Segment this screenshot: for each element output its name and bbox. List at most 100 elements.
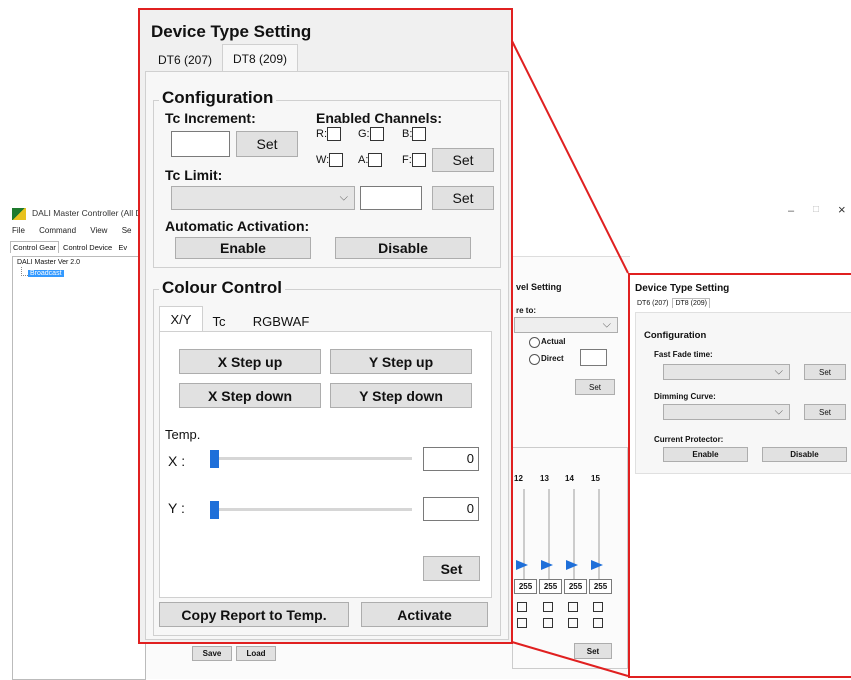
tab-dt6[interactable]: DT6 (207) bbox=[149, 48, 221, 72]
channel-value-12[interactable]: 255 bbox=[514, 579, 537, 594]
right-tab-dt6[interactable]: DT6 (207) bbox=[635, 299, 671, 308]
dimming-curve-select[interactable]: ⌵ bbox=[663, 404, 790, 420]
x-value-input[interactable]: 0 bbox=[423, 447, 479, 471]
tc-limit-select[interactable]: ⌵ bbox=[171, 186, 355, 210]
channel-checkbox[interactable] bbox=[568, 602, 578, 612]
tree-root[interactable]: DALI Master Ver 2.0 bbox=[17, 259, 80, 266]
x-step-up-button[interactable]: X Step up bbox=[179, 349, 321, 374]
fast-fade-select[interactable]: ⌵ bbox=[663, 364, 790, 380]
y-step-up-button[interactable]: Y Step up bbox=[330, 349, 472, 374]
channel-checkbox[interactable] bbox=[543, 618, 553, 628]
direct-radio[interactable] bbox=[529, 354, 540, 365]
channel-f[interactable]: F: bbox=[402, 153, 426, 167]
channel-value-15[interactable]: 255 bbox=[589, 579, 612, 594]
device-tree: DALI Master Ver 2.0 Broadcast bbox=[12, 256, 146, 680]
channel-f-checkbox[interactable] bbox=[411, 153, 426, 167]
channel-a-checkbox[interactable] bbox=[368, 153, 383, 167]
menu-view[interactable]: View bbox=[90, 226, 107, 235]
channel-b-checkbox[interactable] bbox=[412, 127, 427, 141]
tc-limit-label: Tc Limit: bbox=[165, 167, 223, 183]
menu-setting[interactable]: Se bbox=[122, 226, 132, 235]
channel-slider-thumb[interactable] bbox=[541, 560, 553, 570]
tab-control-gear[interactable]: Control Gear bbox=[10, 241, 59, 253]
channel-slider-thumb[interactable] bbox=[591, 560, 603, 570]
x-slider-thumb[interactable] bbox=[210, 450, 219, 468]
activate-button[interactable]: Activate bbox=[361, 602, 488, 627]
current-protector-label: Current Protector: bbox=[654, 435, 724, 444]
zoom-panel: Device Type Setting DT6 (207) DT8 (209) … bbox=[138, 8, 513, 644]
right-panel-title: Device Type Setting bbox=[635, 283, 730, 294]
menu-command[interactable]: Command bbox=[39, 226, 76, 235]
channel-checkbox[interactable] bbox=[593, 602, 603, 612]
right-zoom-panel: Device Type Setting DT6 (207) DT8 (209) … bbox=[628, 273, 851, 678]
channel-b[interactable]: B: bbox=[402, 127, 427, 141]
dimming-curve-label: Dimming Curve: bbox=[654, 392, 716, 401]
right-tab-dt8[interactable]: DT8 (209) bbox=[672, 298, 710, 308]
tab-control-device[interactable]: Control Device bbox=[61, 242, 114, 253]
current-protector-disable-button[interactable]: Disable bbox=[762, 447, 847, 462]
channel-g[interactable]: G: bbox=[358, 127, 384, 141]
channel-checkbox[interactable] bbox=[543, 602, 553, 612]
channel-g-checkbox[interactable] bbox=[369, 127, 384, 141]
maximize-button[interactable]: □ bbox=[813, 204, 819, 215]
channel-b-label: B: bbox=[402, 127, 413, 140]
channel-w-checkbox[interactable] bbox=[329, 153, 344, 167]
channels-set-button[interactable]: Set bbox=[432, 148, 494, 172]
channel-r[interactable]: R: bbox=[316, 127, 341, 141]
enabled-channels-label: Enabled Channels: bbox=[316, 110, 443, 126]
menu-file[interactable]: File bbox=[12, 226, 25, 235]
fast-fade-set-button[interactable]: Set bbox=[804, 364, 846, 380]
x-slider-track bbox=[214, 457, 412, 460]
y-step-down-button[interactable]: Y Step down bbox=[330, 383, 472, 408]
channel-w-label: W: bbox=[316, 153, 330, 166]
store-select[interactable]: ⌵ bbox=[514, 317, 618, 333]
channel-checkbox[interactable] bbox=[568, 618, 578, 628]
tc-increment-set-button[interactable]: Set bbox=[236, 131, 298, 157]
tab-event[interactable]: Ev bbox=[116, 242, 129, 253]
channel-header-13: 13 bbox=[540, 474, 549, 483]
channel-value-14[interactable]: 255 bbox=[564, 579, 587, 594]
tab-rgbwaf[interactable]: RGBWAF bbox=[250, 310, 312, 332]
channel-w[interactable]: W: bbox=[316, 153, 344, 167]
channel-checkbox[interactable] bbox=[517, 602, 527, 612]
tab-dt8[interactable]: DT8 (209) bbox=[222, 44, 298, 72]
tc-limit-set-button[interactable]: Set bbox=[432, 186, 494, 210]
level-set-button[interactable]: Set bbox=[575, 379, 615, 395]
auto-activation-disable-button[interactable]: Disable bbox=[335, 237, 471, 259]
dimming-curve-set-button[interactable]: Set bbox=[804, 404, 846, 420]
copy-report-button[interactable]: Copy Report to Temp. bbox=[159, 602, 349, 627]
channel-slider-thumb[interactable] bbox=[516, 560, 528, 570]
tc-limit-input[interactable] bbox=[360, 186, 422, 210]
temp-set-button[interactable]: Set bbox=[423, 556, 480, 581]
channel-value-13[interactable]: 255 bbox=[539, 579, 562, 594]
close-button[interactable]: × bbox=[838, 202, 846, 217]
channel-slider-thumb[interactable] bbox=[566, 560, 578, 570]
tab-tc[interactable]: Tc bbox=[204, 310, 234, 332]
load-button[interactable]: Load bbox=[236, 646, 276, 661]
y-value-input[interactable]: 0 bbox=[423, 497, 479, 521]
channel-a[interactable]: A: bbox=[358, 153, 383, 167]
direct-input[interactable] bbox=[580, 349, 607, 366]
save-button[interactable]: Save bbox=[192, 646, 232, 661]
current-protector-enable-button[interactable]: Enable bbox=[663, 447, 748, 462]
channel-header-12: 12 bbox=[514, 474, 523, 483]
channel-checkbox[interactable] bbox=[593, 618, 603, 628]
tc-increment-input[interactable] bbox=[171, 131, 230, 157]
configuration-title: Configuration bbox=[159, 88, 277, 108]
y-slider-thumb[interactable] bbox=[210, 501, 219, 519]
channel-checkbox[interactable] bbox=[517, 618, 527, 628]
tree-item-broadcast[interactable]: Broadcast bbox=[28, 270, 64, 277]
channel-a-label: A: bbox=[358, 153, 369, 166]
temp-label: Temp. bbox=[165, 427, 201, 442]
tc-increment-label: Tc Increment: bbox=[165, 110, 256, 126]
actual-radio[interactable] bbox=[529, 337, 540, 348]
channel-header-14: 14 bbox=[565, 474, 574, 483]
channel-set-button[interactable]: Set bbox=[574, 643, 612, 659]
channel-r-checkbox[interactable] bbox=[327, 127, 341, 141]
channel-header-15: 15 bbox=[591, 474, 600, 483]
tab-xy[interactable]: X/Y bbox=[159, 306, 203, 332]
auto-activation-enable-button[interactable]: Enable bbox=[175, 237, 311, 259]
minimize-button[interactable]: – bbox=[788, 205, 794, 217]
channel-f-label: F: bbox=[402, 153, 412, 166]
x-step-down-button[interactable]: X Step down bbox=[179, 383, 321, 408]
